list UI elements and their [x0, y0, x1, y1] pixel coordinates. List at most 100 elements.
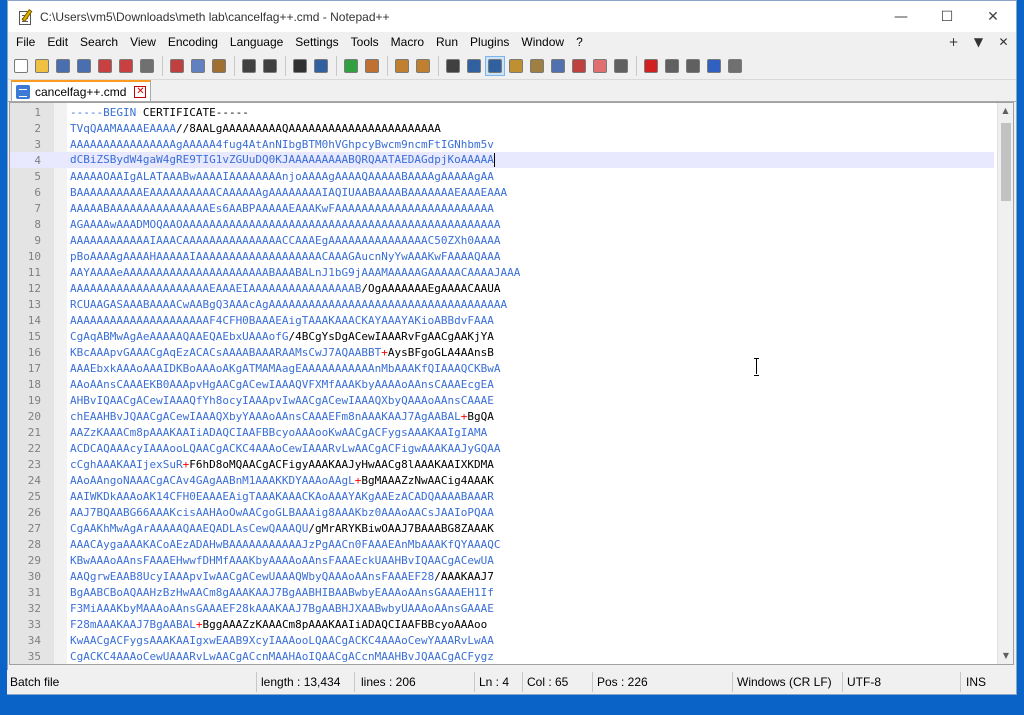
menu-edit[interactable]: Edit	[41, 32, 74, 52]
menu-tools[interactable]: Tools	[345, 32, 385, 52]
code-token: F3MiAAAKbyMAAAoAAnsGAAAEF28kAAAKAAJ7BgAA…	[70, 601, 494, 615]
code-line[interactable]: 33 F28mAAAKAAJ7BgAABAL+BggAAAZzKAAACm8pAA…	[10, 616, 994, 632]
indent-guide-icon[interactable]	[485, 55, 505, 76]
code-line[interactable]: 26 AAJ7BQAABG66AAAKcisAAHAoOwAACgoGLBAAAi…	[10, 504, 994, 520]
code-line[interactable]: 10 pBoAAAAgAAAAHAAAAAIAAAAAAAAAAAAAAAAAAA…	[10, 248, 994, 264]
menu-language[interactable]: Language	[224, 32, 289, 52]
status-encoding[interactable]: UTF-8	[843, 672, 961, 692]
play-multiple-icon[interactable]	[705, 57, 723, 75]
code-line[interactable]: 4 dCBiZSBydW4gaW4gRE9TIG1vZGUuDQ0KJAAAAAA…	[10, 152, 994, 168]
code-line[interactable]: 27 CgAAKhMwAgArAAAAAQAAEQADLAsCewQAAAQU/g…	[10, 520, 994, 536]
scrollbar-thumb[interactable]	[1001, 123, 1011, 201]
folder-workspace-icon[interactable]	[591, 57, 609, 75]
tab-list-dropdown-button[interactable]: ▼	[966, 35, 991, 49]
show-all-chars-icon[interactable]	[465, 57, 483, 75]
close-document-button[interactable]: ✕	[991, 35, 1016, 49]
paste-icon[interactable]	[210, 57, 228, 75]
menu-run[interactable]: Run	[430, 32, 464, 52]
code-line[interactable]: 12 AAAAAAAAAAAAAAAAAAAAAEAAAEIAAAAAAAAAAA…	[10, 280, 994, 296]
play-macro-icon[interactable]	[684, 57, 702, 75]
code-line[interactable]: 24 AAoAAngoNAAACgACAv4GAgAABnM1AAAKKDYAAA…	[10, 472, 994, 488]
document-list-icon[interactable]	[549, 57, 567, 75]
status-insert-mode[interactable]: INS	[961, 672, 1006, 692]
sync-horizontal-icon[interactable]	[414, 57, 432, 75]
doc-map-icon[interactable]	[528, 57, 546, 75]
menu-settings[interactable]: Settings	[289, 32, 344, 52]
replace-icon[interactable]	[312, 57, 330, 75]
code-line[interactable]: 3 AAAAAAAAAAAAAAAAgAAAAA4fug4AtAnNIbgBTM0…	[10, 136, 994, 152]
code-line[interactable]: 6 BAAAAAAAAAAEAAAAAAAAAACAAAAAAgAAAAAAAAI…	[10, 184, 994, 200]
find-icon[interactable]	[291, 57, 309, 75]
code-line[interactable]: 2 TVqQAAMAAAAEAAAA//8AALgAAAAAAAAAQAAAAAA…	[10, 120, 994, 136]
code-line[interactable]: 5 AAAAAOAAIgALATAAABwAAAAIAAAAAAAAnjoAAAA…	[10, 168, 994, 184]
code-line[interactable]: 1 -----BEGIN CERTIFICATE-----	[10, 104, 994, 120]
code-line[interactable]: 11 AAYAAAAeAAAAAAAAAAAAAAAAAAAAAABAAABALn…	[10, 264, 994, 280]
code-line[interactable]: 19 AHBvIQAACgACewIAAAQfYh8ocyIAAApvIwAACg…	[10, 392, 994, 408]
code-line[interactable]: 16 KBcAAApvGAAACgAqEzACACsAAAABAAARAAMsCw…	[10, 344, 994, 360]
close-file-icon[interactable]	[96, 57, 114, 75]
record-macro-icon[interactable]	[642, 57, 660, 75]
new-file-icon[interactable]	[12, 57, 30, 75]
menu-file[interactable]: File	[10, 32, 41, 52]
stop-record-icon[interactable]	[663, 57, 681, 75]
code-token: AAAEbxkAAAoAAAIDKBoAAAoAKgATMAMAagEAAAAA…	[70, 361, 501, 375]
code-line[interactable]: 31 BgAABCBoAQAAHzBzHwAACm8gAAAKAAJ7BgAABH…	[10, 584, 994, 600]
scroll-up-icon[interactable]: ▲	[998, 103, 1013, 119]
code-line[interactable]: 20 chEAAHBvJQAACgACewIAAAQXbyYAAAoAAnsCAA…	[10, 408, 994, 424]
code-line[interactable]: 15 CgAqABMwAgAeAAAAAQAAEQAEbxUAAAofG/4BCg…	[10, 328, 994, 344]
editor-pane[interactable]: 1 -----BEGIN CERTIFICATE----- 2 TVqQAAMAAAA…	[9, 102, 1014, 665]
tab-close-icon[interactable]: ✕	[134, 85, 147, 98]
menu-macro[interactable]: Macro	[385, 32, 430, 52]
vertical-scrollbar[interactable]: ▲ ▼	[997, 103, 1013, 664]
menu-plugins[interactable]: Plugins	[464, 32, 515, 52]
code-line[interactable]: 14 AAAAAAAAAAAAAAAAAAAAAF4CFH0BAAAEAigTAA…	[10, 312, 994, 328]
code-line[interactable]: 29 KBwAAAoAAnsFAAAEHwwfDHMfAAAKbyAAAAoAAn…	[10, 552, 994, 568]
close-all-icon[interactable]	[117, 57, 135, 75]
code-line[interactable]: 22 ACDCAQAAAcyIAAAooLQAACgACKC4AAAoCewIAA…	[10, 440, 994, 456]
save-all-icon[interactable]	[75, 57, 93, 75]
redo-icon[interactable]	[261, 57, 279, 75]
line-text: dCBiZSBydW4gaW4gRE9TIG1vZGUuDQ0KJAAAAAAA…	[54, 153, 495, 167]
code-line[interactable]: 18 AAoAAnsCAAAEKB0AAApvHgAACgACewIAAAQVFX…	[10, 376, 994, 392]
udl-icon[interactable]	[507, 57, 525, 75]
code-line[interactable]: 32 F3MiAAAKbyMAAAoAAnsGAAAEF28kAAAKAAJ7Bg…	[10, 600, 994, 616]
status-eol[interactable]: Windows (CR LF)	[733, 672, 843, 692]
cut-icon[interactable]	[168, 57, 186, 75]
code-line[interactable]: 21 AAZzKAAACm8pAAAKAAIiADAQCIAAFBBcyoAAAo…	[10, 424, 994, 440]
copy-icon[interactable]	[189, 57, 207, 75]
menu-search[interactable]: Search	[74, 32, 124, 52]
new-tab-button[interactable]: +	[941, 35, 966, 49]
undo-icon[interactable]	[240, 57, 258, 75]
code-line[interactable]: 34 KwAACgACFygsAAAKAAIgxwEAAB9XcyIAAAooLQ…	[10, 632, 994, 648]
scroll-down-icon[interactable]: ▼	[998, 648, 1013, 664]
code-line[interactable]: 30 AAQgrwEAAB8UcyIAAApvIwAACgACewUAAAQWby…	[10, 568, 994, 584]
save-icon[interactable]	[54, 57, 72, 75]
tab-cancelfag-cmd[interactable]: cancelfag++.cmd ✕	[11, 80, 152, 101]
title-bar[interactable]: C:\Users\vm5\Downloads\meth lab\cancelfa…	[8, 1, 1016, 32]
monitoring-icon[interactable]	[612, 57, 630, 75]
print-icon[interactable]	[138, 57, 156, 75]
save-macro-icon[interactable]	[726, 57, 744, 75]
sync-vertical-icon[interactable]	[393, 57, 411, 75]
open-file-icon[interactable]	[33, 57, 51, 75]
menu-help[interactable]: ?	[570, 32, 589, 52]
code-line[interactable]: 13 RCUAAGASAAABAAAACwAABgQ3AAAcAgAAAAAAAA…	[10, 296, 994, 312]
menu-view[interactable]: View	[124, 32, 162, 52]
code-line[interactable]: 8 AGAAAAwAAADMOQAAOAAAAAAAAAAAAAAAAAAAAAA…	[10, 216, 994, 232]
code-line[interactable]: 17 AAAEbxkAAAoAAAIDKBoAAAoAKgATMAMAagEAAA…	[10, 360, 994, 376]
word-wrap-icon[interactable]	[444, 57, 462, 75]
minimize-button[interactable]: —	[878, 1, 924, 32]
zoom-in-icon[interactable]	[342, 57, 360, 75]
menu-encoding[interactable]: Encoding	[162, 32, 224, 52]
code-line[interactable]: 9 AAAAAAAAAAAAIAAACAAAAAAAAAAAAAAACCAAAEg…	[10, 232, 994, 248]
code-line[interactable]: 23 cCghAAAKAAIjexSuR+F6hD8oMQAACgACFigyAA…	[10, 456, 994, 472]
close-button[interactable]: ✕	[970, 1, 1016, 32]
code-line[interactable]: 7 AAAAABAAAAAAAAAAAAAAAEs6AABPAAAAAEAAAKw…	[10, 200, 994, 216]
code-line[interactable]: 25 AAIWKDkAAAoAK14CFH0EAAAEAigTAAAKAAACKA…	[10, 488, 994, 504]
code-line[interactable]: 28 AAACAygaAAAKACoAEzADAHwBAAAAAAAAAAAJzP…	[10, 536, 994, 552]
maximize-button[interactable]: ☐	[924, 1, 970, 32]
menu-window[interactable]: Window	[515, 32, 570, 52]
zoom-out-icon[interactable]	[363, 57, 381, 75]
code-line[interactable]: 35 CgACKC4AAAoCewUAAARvLwAACgACcnMAAHAoIQ…	[10, 648, 994, 664]
function-list-icon[interactable]	[570, 57, 588, 75]
